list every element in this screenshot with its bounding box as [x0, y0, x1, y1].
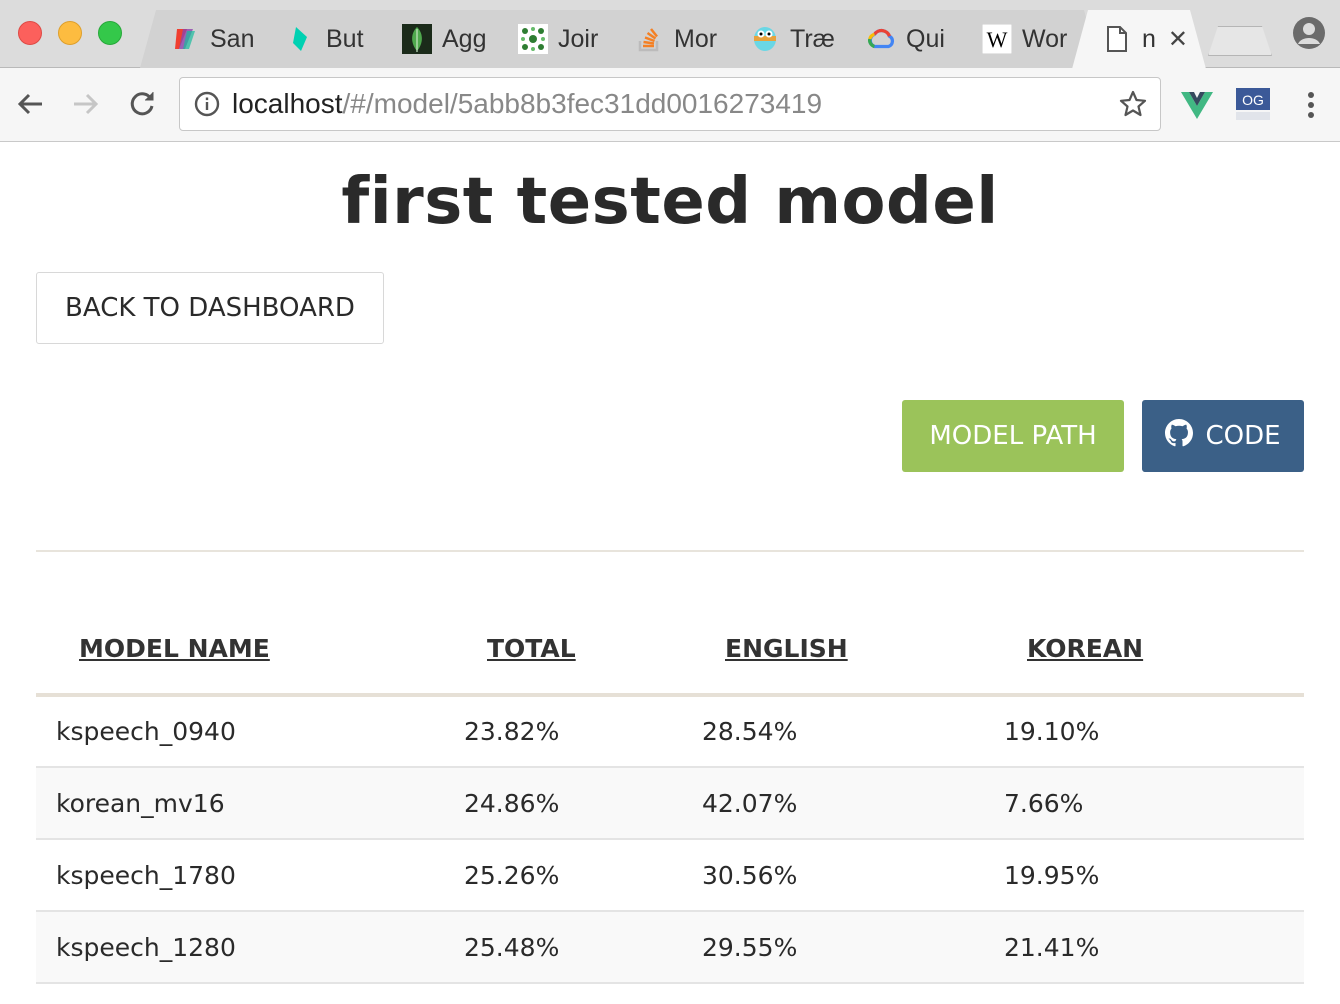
tab-title: Joir	[558, 24, 599, 53]
tab-title: Mor	[674, 24, 718, 53]
forward-arrow-icon[interactable]	[68, 86, 104, 122]
page-icon	[1102, 24, 1132, 54]
column-header-english[interactable]: ENGLISH	[702, 603, 1004, 697]
column-header-model-name[interactable]: MODEL NAME	[36, 603, 444, 697]
bulma-icon	[286, 24, 316, 54]
cell-english: 28.54%	[702, 695, 1004, 768]
url-text: localhost/#/model/5abb8b3fec31dd00162734…	[232, 88, 822, 120]
cell-english: 30.56%	[702, 839, 1004, 912]
stackoverflow-icon	[634, 24, 664, 54]
cell-total: 25.26%	[444, 839, 702, 912]
cell-korean: 21.41%	[1004, 911, 1304, 984]
og-extension-icon[interactable]: OG	[1234, 86, 1272, 124]
cell-model-name: kspeech_1280	[36, 911, 444, 984]
cell-korean: 7.66%	[1004, 767, 1304, 840]
cell-model-name: kspeech_0940	[36, 695, 444, 768]
divider	[36, 550, 1304, 552]
gopher-icon	[750, 24, 780, 54]
column-header-total[interactable]: TOTAL	[444, 603, 702, 697]
cell-total: 25.48%	[444, 911, 702, 984]
google-cloud-icon	[866, 24, 896, 54]
cell-model-name: kspeech_1780	[36, 839, 444, 912]
mongodb-leaf-icon	[402, 24, 432, 54]
address-bar[interactable]: localhost/#/model/5abb8b3fec31dd00162734…	[179, 77, 1161, 131]
table-row: korean_mv16 24.86% 42.07% 7.66%	[36, 767, 1304, 840]
cell-english: 29.55%	[702, 911, 1004, 984]
tab-title: San	[210, 24, 255, 53]
wikipedia-icon: W	[982, 24, 1012, 54]
tab-strip: San But Agg Joir Mor Træ Qui W Wor n ✕	[0, 0, 1340, 68]
column-header-korean[interactable]: KOREAN	[1004, 603, 1304, 697]
cell-korean: 19.95%	[1004, 839, 1304, 912]
table-header-row: MODEL NAME TOTAL ENGLISH KOREAN	[36, 603, 1304, 697]
info-icon[interactable]	[194, 91, 220, 121]
back-arrow-icon[interactable]	[12, 86, 48, 122]
github-icon	[1165, 418, 1194, 454]
zoom-window-button[interactable]	[98, 21, 122, 45]
browser-tab-active[interactable]: n ✕	[1072, 10, 1206, 69]
cell-total: 24.86%	[444, 767, 702, 840]
new-tab-button[interactable]	[1208, 26, 1272, 56]
sanity-icon	[170, 24, 200, 54]
tab-title: Træ	[790, 24, 835, 53]
tab-title: Wor	[1022, 24, 1068, 53]
cell-total: 23.82%	[444, 695, 702, 768]
svg-text:W: W	[987, 27, 1008, 52]
url-host: localhost	[232, 88, 343, 119]
reload-icon[interactable]	[124, 86, 160, 122]
close-window-button[interactable]	[18, 21, 42, 45]
vue-devtools-icon[interactable]	[1178, 86, 1216, 124]
cell-english: 42.07%	[702, 767, 1004, 840]
model-path-button[interactable]: MODEL PATH	[902, 400, 1124, 472]
tab-title: But	[326, 24, 364, 53]
table-row: kspeech_1280 25.48% 29.55% 21.41%	[36, 911, 1304, 984]
code-button[interactable]: CODE	[1142, 400, 1304, 472]
results-table: MODEL NAME TOTAL ENGLISH KOREAN kspeech_…	[36, 603, 1304, 984]
bookmark-star-icon[interactable]	[1118, 89, 1148, 123]
minimize-window-button[interactable]	[58, 21, 82, 45]
tab-title: Qui	[906, 24, 945, 53]
browser-toolbar: localhost/#/model/5abb8b3fec31dd00162734…	[0, 68, 1340, 142]
code-button-label: CODE	[1205, 421, 1281, 451]
page-content: first tested model BACK TO DASHBOARD MOD…	[0, 143, 1340, 1004]
table-row: kspeech_0940 23.82% 28.54% 19.10%	[36, 695, 1304, 768]
tab-title: n	[1142, 24, 1156, 53]
close-tab-icon[interactable]: ✕	[1168, 25, 1188, 53]
green-dots-icon	[518, 24, 548, 54]
menu-kebab-icon[interactable]	[1292, 86, 1330, 124]
profile-icon[interactable]	[1292, 16, 1326, 50]
cell-model-name: korean_mv16	[36, 767, 444, 840]
cell-korean: 19.10%	[1004, 695, 1304, 768]
url-path: /#/model/5abb8b3fec31dd0016273419	[342, 88, 823, 119]
og-badge-text: OG	[1242, 92, 1264, 108]
back-to-dashboard-button[interactable]: BACK TO DASHBOARD	[36, 272, 384, 344]
page-title: first tested model	[341, 165, 999, 239]
table-row: kspeech_1780 25.26% 30.56% 19.95%	[36, 839, 1304, 912]
tab-title: Agg	[442, 24, 487, 53]
